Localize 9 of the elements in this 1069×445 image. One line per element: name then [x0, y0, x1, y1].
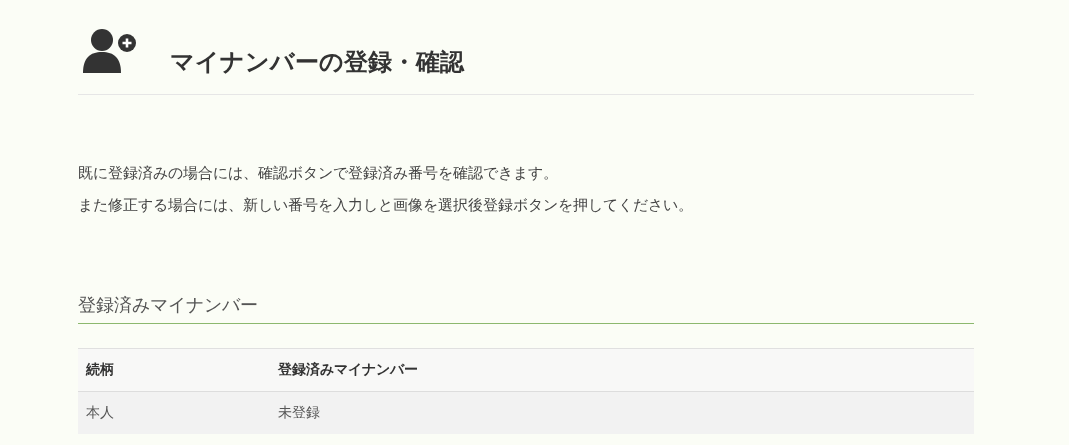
section-title: 登録済みマイナンバー	[78, 293, 974, 324]
column-header: 登録済みマイナンバー	[270, 348, 974, 392]
add-user-icon	[82, 28, 138, 74]
instruction-text: また修正する場合には、新しい番号を入力しと画像を選択後登録ボタンを押してください。	[78, 195, 694, 216]
page-title: マイナンバーの登録・確認	[170, 47, 464, 78]
instruction-text: 既に登録済みの場合には、確認ボタンで登録済み番号を確認できます。	[78, 163, 559, 184]
table-cell: 未登録	[270, 391, 974, 434]
table-cell: 本人	[78, 391, 270, 434]
column-header: 続柄	[78, 348, 270, 392]
